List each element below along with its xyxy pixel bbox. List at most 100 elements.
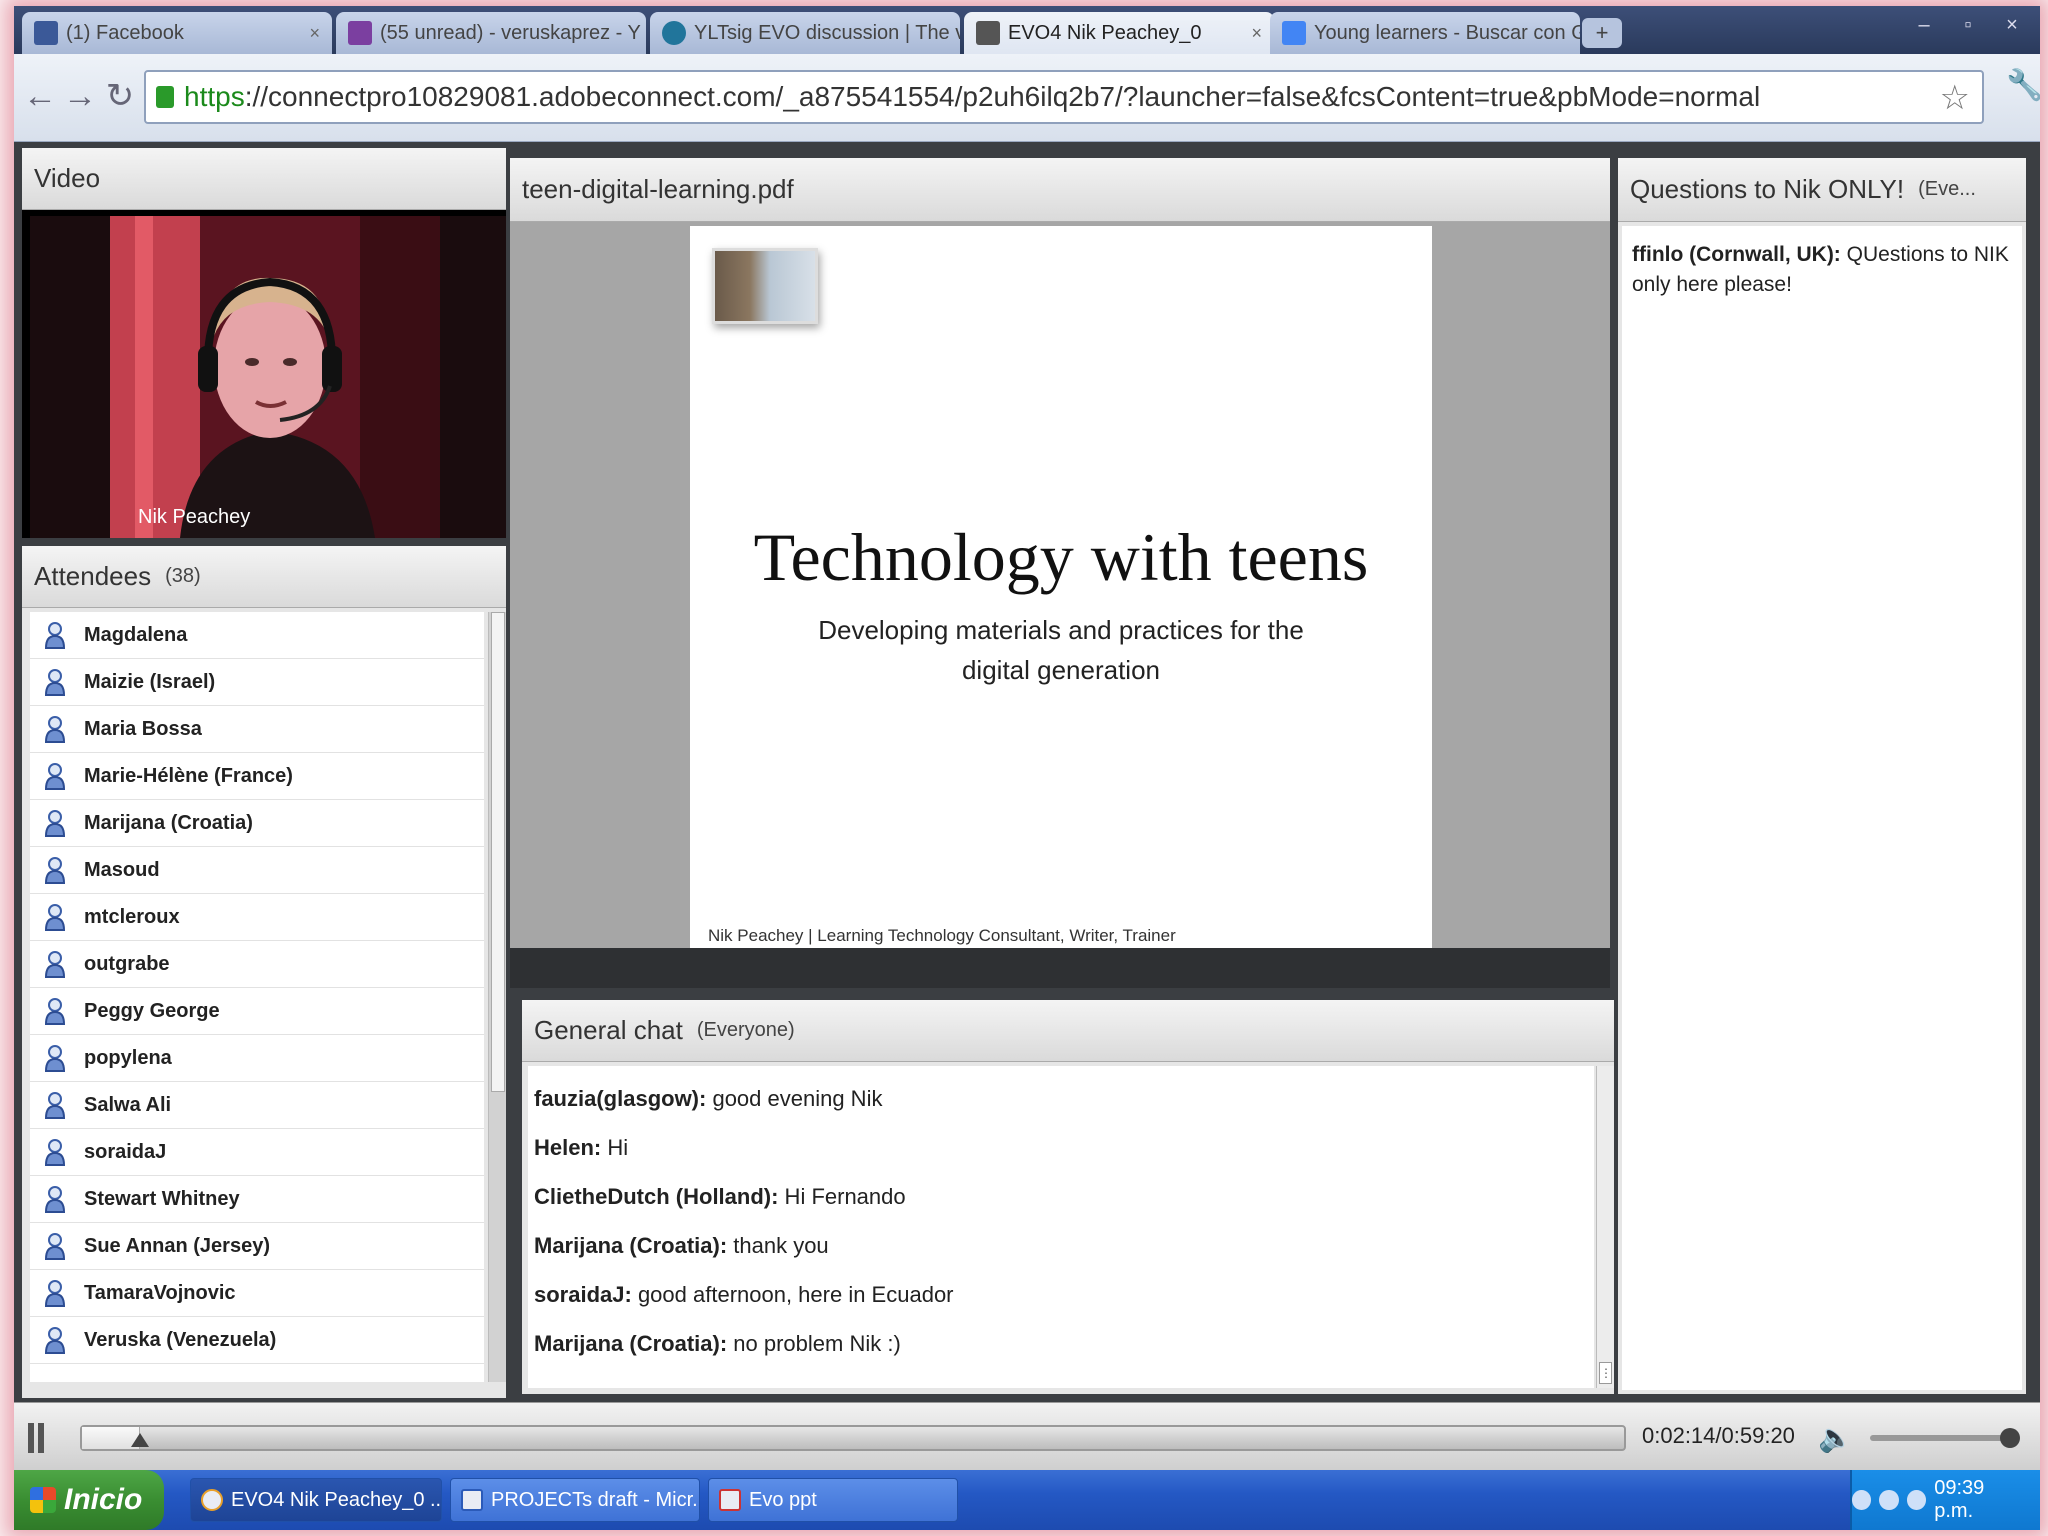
chat-scope: (Everyone) (696, 1019, 795, 1041)
minimize-icon[interactable]: – (1904, 12, 1944, 38)
address-bar[interactable]: https ://connectpro10829081.adobeconnect… (144, 70, 1984, 124)
attendee-row[interactable]: mtcleroux (30, 894, 484, 941)
chat-scrollbar[interactable]: ⋮ (1596, 1066, 1614, 1388)
attendee-row[interactable]: Marijana (Croatia) (30, 800, 484, 847)
attendee-row[interactable]: Sue Annan (Jersey) (30, 1223, 484, 1270)
tab-facebook[interactable]: (1) Facebook × (22, 12, 332, 54)
attendee-name: Magdalena (84, 623, 188, 646)
tab-connect-session[interactable]: EVO4 Nik Peachey_0 × (964, 12, 1274, 54)
back-icon[interactable]: ← (20, 76, 60, 116)
chat-pod-header: General chat (Everyone) (522, 1000, 1614, 1062)
tab-label: (1) Facebook (66, 21, 184, 44)
close-icon[interactable]: × (301, 23, 320, 44)
taskbar-item-powerpoint[interactable]: Evo ppt (708, 1478, 958, 1522)
network-icon[interactable] (1851, 1490, 1872, 1510)
attendee-name: Maria Bossa (84, 717, 202, 740)
security-icon[interactable] (1906, 1490, 1927, 1510)
clock: 09:39 p.m. (1934, 1477, 1985, 1522)
pause-button[interactable] (28, 1423, 48, 1453)
chat-pod-title: General chat (534, 1015, 683, 1045)
attendee-name: Marie-Hélène (France) (84, 764, 293, 787)
wrench-icon[interactable]: 🔧 (2006, 68, 2040, 103)
powerpoint-icon (719, 1489, 741, 1511)
maximize-icon[interactable]: ▫ (1948, 12, 1988, 38)
attendee-name: outgrabe (84, 952, 170, 975)
chat-messages: fauzia(glasgow): good evening Nik Helen: … (528, 1066, 1594, 1388)
slide-subtitle: Developing materials and practices for t… (818, 615, 1304, 685)
volume-handle[interactable] (2000, 1428, 2020, 1448)
close-icon[interactable]: × (1243, 23, 1262, 44)
tab-label: EVO4 Nik Peachey_0 (1008, 21, 1202, 44)
browser-toolbar: ← → ↻ https ://connectpro10829081.adobec… (14, 54, 2040, 142)
attendee-row[interactable]: outgrabe (30, 941, 484, 988)
wordpress-icon (662, 21, 686, 45)
chat-message: Marijana (Croatia): no problem Nik :) (534, 1331, 1594, 1380)
share-pod: teen-digital-learning.pdf Technology wit… (510, 158, 1610, 988)
tab-wordpress[interactable]: YLTsig EVO discussion | The v × (650, 12, 960, 54)
attendee-row[interactable]: TamaraVojnovic (30, 1270, 484, 1317)
seek-bar[interactable] (80, 1425, 1626, 1451)
attendee-list: Magdalena Maizie (Israel) Maria Bossa Marie… (30, 612, 484, 1382)
attendee-icon (44, 1092, 66, 1119)
attendee-row[interactable]: Magdalena (30, 612, 484, 659)
volume-tray-icon[interactable] (1879, 1490, 1899, 1510)
bookmark-star-icon[interactable]: ☆ (1940, 78, 1970, 118)
message-author: Marijana (Croatia): (534, 1331, 728, 1356)
close-icon[interactable]: × (641, 23, 646, 44)
task-label: Evo ppt (749, 1488, 817, 1511)
video-pod-header: Video (22, 148, 506, 210)
start-button[interactable]: Inicio (14, 1470, 164, 1530)
attendee-row[interactable]: Masoud (30, 847, 484, 894)
share-pod-header: teen-digital-learning.pdf (510, 158, 1610, 222)
attendee-icon (44, 1280, 66, 1307)
attendee-row[interactable]: Veruska (Venezuela) (30, 1317, 484, 1364)
attendee-list-scrollbar[interactable] (488, 612, 506, 1382)
questions-pod-header: Questions to Nik ONLY! (Eve... (1618, 158, 2026, 222)
forward-icon[interactable]: → (60, 76, 100, 116)
taskbar-item-chrome[interactable]: EVO4 Nik Peachey_0 ... (190, 1478, 442, 1522)
message-author: Helen: (534, 1135, 602, 1160)
attendee-row[interactable]: Salwa Ali (30, 1082, 484, 1129)
presenter-video-image (30, 216, 506, 538)
attendee-icon (44, 763, 66, 790)
google-icon (1282, 21, 1306, 45)
attendee-name: TamaraVojnovic (84, 1281, 236, 1304)
scrollbar-thumb[interactable] (491, 612, 505, 1092)
attendee-row[interactable]: Maizie (Israel) (30, 659, 484, 706)
attendee-row[interactable]: popylena (30, 1035, 484, 1082)
taskbar-item-word[interactable]: PROJECTs draft - Micr... (450, 1478, 700, 1522)
speaker-icon[interactable]: 🔈 (1818, 1421, 1853, 1454)
close-window-icon[interactable]: × (1992, 12, 2032, 38)
attendee-icon (44, 951, 66, 978)
seek-handle[interactable] (131, 1433, 150, 1447)
message-text: no problem Nik :) (727, 1331, 901, 1356)
scrollbar-grip[interactable]: ⋮ (1599, 1362, 1612, 1384)
chat-message: fauzia(glasgow): good evening Nik (534, 1086, 1594, 1135)
attendee-name: soraidaJ (84, 1140, 167, 1163)
presenter-webcam: Nik Peachey (30, 216, 506, 538)
attendee-row[interactable]: Marie-Hélène (France) (30, 753, 484, 800)
attendee-icon (44, 716, 66, 743)
attendee-row[interactable]: Stewart Whitney (30, 1176, 484, 1223)
presenter-name-label: Nik Peachey (138, 506, 251, 528)
attendees-pod-header: Attendees (38) (22, 546, 506, 608)
url-text: ://connectpro10829081.adobeconnect.com/_… (244, 81, 1761, 112)
video-pod-title: Video (34, 163, 101, 193)
attendee-row[interactable]: Peggy George (30, 988, 484, 1035)
attendee-icon (44, 857, 66, 884)
mail-icon (348, 21, 372, 45)
attendee-row[interactable]: soraidaJ (30, 1129, 484, 1176)
chat-message: Marijana (Croatia): thank you (534, 1233, 1594, 1282)
start-label: Inicio (64, 1483, 143, 1516)
attendee-row[interactable]: Maria Bossa (30, 706, 484, 753)
volume-slider[interactable] (1870, 1428, 2020, 1448)
attendee-icon (44, 1139, 66, 1166)
presentation-slide: Technology with teens Developing materia… (690, 226, 1432, 966)
tab-yahoo-mail[interactable]: (55 unread) - veruskaprez - Y × (336, 12, 646, 54)
attendee-name: Sue Annan (Jersey) (84, 1234, 270, 1257)
questions-pod-title: Questions to Nik ONLY! (1630, 174, 1905, 204)
slide-author-photo (712, 248, 818, 324)
new-tab-button[interactable]: + (1582, 18, 1622, 48)
tab-google-search[interactable]: Young learners - Buscar con G × (1270, 12, 1580, 54)
reload-icon[interactable]: ↻ (100, 76, 140, 116)
